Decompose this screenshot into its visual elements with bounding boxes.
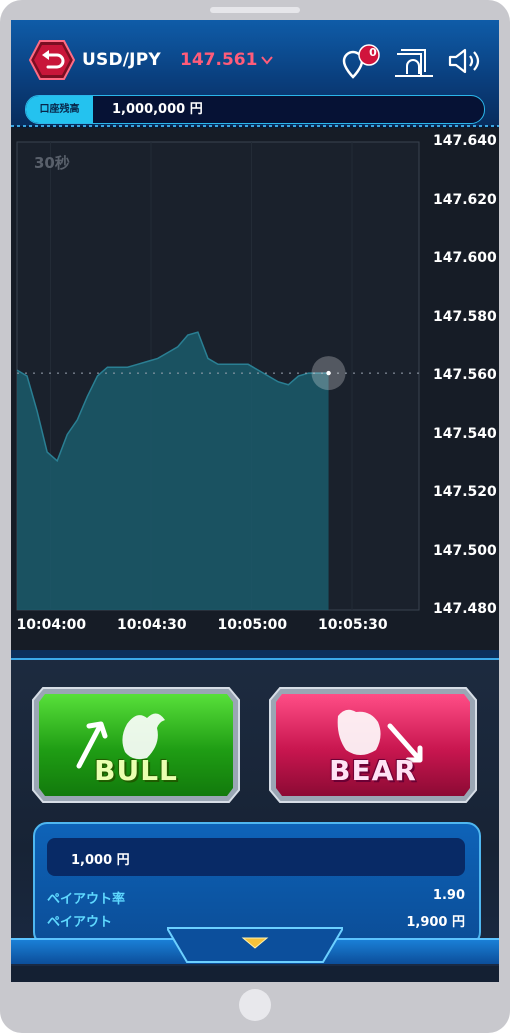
price-chart[interactable]: 30秒 147.640 147.620 147.600 147.580 147.560 1… bbox=[11, 128, 499, 650]
balance-value: 1,000,000 円 bbox=[112, 102, 203, 117]
notification-badge-count: 0 bbox=[369, 46, 377, 59]
y-tick-label: 147.520 bbox=[433, 484, 497, 500]
amount-field[interactable]: 1,000 円 bbox=[47, 838, 465, 876]
currency-pair[interactable]: USD/JPY bbox=[82, 50, 161, 70]
chart-period-label: 30秒 bbox=[34, 154, 70, 172]
back-icon[interactable] bbox=[29, 40, 75, 80]
sound-icon[interactable] bbox=[447, 46, 483, 76]
x-tick-label: 10:05:00 bbox=[217, 617, 288, 633]
panel-footer bbox=[11, 966, 499, 982]
payout-rate-label: ペイアウト率 bbox=[47, 892, 126, 907]
y-tick-label: 147.560 bbox=[433, 367, 497, 383]
bear-label: BEAR bbox=[329, 754, 417, 787]
y-tick-label: 147.540 bbox=[433, 425, 497, 442]
bull-button[interactable]: BULL bbox=[31, 686, 241, 804]
y-tick-label: 147.580 bbox=[433, 308, 497, 325]
payout-value: 1,900 円 bbox=[406, 915, 465, 930]
payout-label: ペイアウト bbox=[47, 915, 113, 930]
y-tick-label: 147.640 bbox=[433, 133, 497, 149]
bear-button[interactable]: BEAR bbox=[268, 686, 478, 804]
y-tick-label: 147.500 bbox=[433, 542, 497, 559]
header: USD/JPY 147.561 0 口座残高 1,000,000 円 bbox=[11, 20, 499, 127]
y-tick-label: 147.480 bbox=[433, 601, 497, 617]
y-tick-label: 147.600 bbox=[433, 250, 497, 266]
bull-label: BULL bbox=[94, 754, 178, 787]
panel-top-bar bbox=[11, 650, 499, 660]
phone-speaker bbox=[210, 7, 300, 13]
header-divider bbox=[11, 125, 499, 127]
amount-value: 1,000 円 bbox=[71, 853, 130, 868]
x-tick-label: 10:04:00 bbox=[16, 617, 87, 633]
history-stats-icon[interactable] bbox=[393, 44, 435, 78]
chevron-down-icon[interactable] bbox=[260, 53, 274, 67]
app-screen: USD/JPY 147.561 0 口座残高 1,000,000 円 30秒 1… bbox=[11, 20, 499, 982]
phone-frame: USD/JPY 147.561 0 口座残高 1,000,000 円 30秒 1… bbox=[0, 0, 510, 1033]
current-price[interactable]: 147.561 bbox=[180, 50, 257, 70]
x-tick-label: 10:05:30 bbox=[318, 617, 388, 633]
trade-panel: BULL BEAR 1,000 円 ペイアウト率 1.90 ペイアウト 1,90… bbox=[11, 650, 499, 982]
home-button[interactable] bbox=[239, 989, 271, 1021]
payout-rate-value: 1.90 bbox=[432, 888, 465, 903]
x-tick-label: 10:04:30 bbox=[117, 617, 187, 633]
collapse-toggle[interactable] bbox=[167, 926, 343, 966]
price-chart-svg bbox=[16, 141, 420, 611]
balance-label: 口座残高 bbox=[26, 96, 93, 123]
account-balance-bar: 口座残高 1,000,000 円 bbox=[25, 95, 485, 124]
current-price-dot bbox=[326, 370, 331, 376]
y-tick-label: 147.620 bbox=[433, 191, 497, 208]
